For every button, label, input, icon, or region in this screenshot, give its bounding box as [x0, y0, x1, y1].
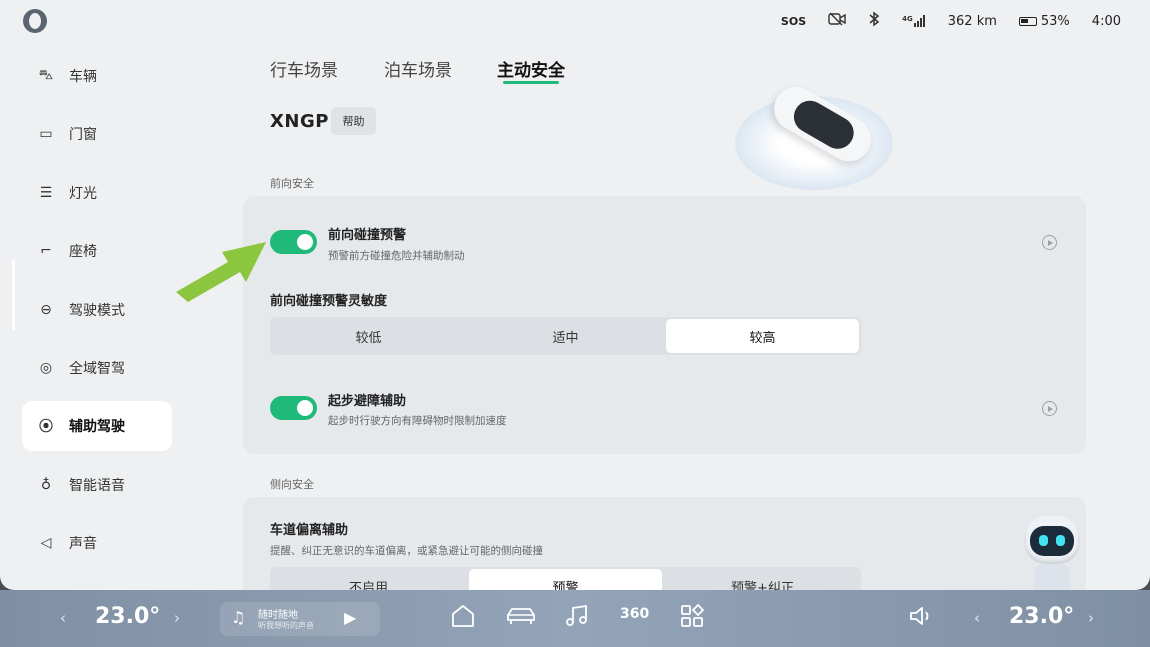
- music-title: 随时随地: [258, 610, 298, 621]
- section-label-front-safety: 前向安全: [270, 177, 314, 190]
- lane-assist-desc: 提醒、纠正无意识的车道偏离，或紧急避让可能的侧向碰撞: [270, 545, 543, 557]
- sensitivity-option-medium[interactable]: 适中: [469, 319, 662, 353]
- sidebar-item-microphone[interactable]: ♁ 智能语音: [22, 460, 172, 510]
- sensitivity-selector: 较低 适中 较高: [270, 317, 861, 355]
- sidebar-item-label: 驾驶模式: [69, 302, 125, 319]
- clock: 4:00: [1091, 13, 1121, 29]
- sidebar-item-label: 门窗: [69, 127, 97, 144]
- lane-option-warn[interactable]: 预警: [469, 569, 662, 590]
- fcw-desc: 预警前方碰撞危险并辅助制动: [328, 250, 465, 262]
- lane-assist-title: 车道偏离辅助: [270, 523, 349, 538]
- tab-active-safety[interactable]: 主动安全: [497, 56, 565, 81]
- sidebar-item-smart-drive[interactable]: ◎ 全域智驾: [22, 343, 172, 393]
- tab-parking-scene[interactable]: 泊车场景: [384, 56, 452, 81]
- play-icon[interactable]: ▶: [344, 608, 356, 627]
- section-label-side-safety: 侧向安全: [270, 478, 314, 491]
- settings-screen: SOS 4G 362 km 53% 4:00 ⛍ 车辆 ▭ 门窗 ☰ 灯光 ⌐ 座椅 ⊖ 驾驶模式…: [0, 0, 1150, 590]
- sidebar-item-steering-wheel[interactable]: ⊖ 驾驶模式: [22, 285, 172, 335]
- sos-indicator[interactable]: SOS: [781, 15, 806, 28]
- home-icon[interactable]: [450, 604, 476, 634]
- sidebar-item-label: 全域智驾: [69, 361, 125, 377]
- active-tab-underline: [503, 81, 559, 84]
- microphone-icon: ♁: [40, 476, 52, 493]
- sidebar-scroll-indicator[interactable]: [12, 260, 15, 330]
- sensitivity-option-high[interactable]: 较高: [666, 319, 859, 353]
- sidebar-item-label: 车辆: [69, 69, 97, 85]
- voice-assistant-robot-icon[interactable]: [1016, 512, 1088, 590]
- status-bar: SOS 4G 362 km 53% 4:00: [781, 9, 1150, 33]
- page-title: XNGP: [270, 111, 329, 132]
- user-avatar[interactable]: [23, 9, 47, 33]
- speaker-icon: ◁: [40, 535, 52, 552]
- sidebar-item-label: 智能语音: [69, 477, 125, 494]
- sidebar-item-seat[interactable]: ⌐ 座椅: [22, 226, 172, 276]
- signal-icon: 4G: [902, 15, 926, 27]
- network-type: 4G: [902, 15, 913, 23]
- seat-icon: ⌐: [40, 243, 52, 260]
- left-temperature[interactable]: 23.0°: [95, 604, 160, 629]
- steering-wheel-icon: ⊖: [40, 301, 52, 318]
- lane-assist-selector: 不启用 预警 预警+纠正: [270, 567, 861, 590]
- sidebar-item-door[interactable]: ▭ 门窗: [22, 109, 172, 159]
- headlight-icon: ☰: [39, 184, 53, 201]
- sidebar-item-label: 辅助驾驶: [69, 419, 125, 436]
- vehicle-icon[interactable]: [505, 604, 537, 634]
- view-360-icon[interactable]: 360: [620, 606, 649, 622]
- annotation-arrow-icon: [176, 242, 266, 302]
- door-icon: ▭: [39, 126, 53, 143]
- fcw-video-play-icon[interactable]: [1042, 235, 1057, 250]
- fcw-toggle[interactable]: [270, 230, 317, 254]
- lane-option-warn-correct[interactable]: 预警+纠正: [666, 569, 859, 591]
- view-360-label: 360: [620, 606, 650, 622]
- sidebar-item-assist-drive[interactable]: ⦿ 辅助驾驶: [22, 401, 172, 452]
- sidebar-item-headlight[interactable]: ☰ 灯光: [22, 168, 172, 218]
- start-assist-toggle[interactable]: [270, 396, 317, 420]
- sidebar-item-speaker[interactable]: ◁ 声音: [22, 518, 172, 568]
- range-text: 362 km: [947, 13, 997, 29]
- left-temp-down-chevron-icon[interactable]: ‹: [60, 609, 66, 627]
- battery-icon: [1018, 16, 1037, 26]
- sidebar-item-label: 灯光: [69, 185, 97, 202]
- bluetooth-icon: [868, 11, 880, 31]
- start-assist-video-play-icon[interactable]: [1042, 401, 1057, 416]
- volume-icon[interactable]: [908, 604, 934, 634]
- right-temp-up-chevron-icon[interactable]: ›: [1088, 609, 1094, 627]
- music-icon[interactable]: [564, 604, 590, 634]
- start-assist-title: 起步避障辅助: [328, 394, 407, 409]
- right-temperature[interactable]: 23.0°: [1009, 604, 1074, 629]
- sensitivity-title: 前向碰撞预警灵敏度: [270, 294, 388, 309]
- lane-option-off[interactable]: 不启用: [272, 569, 465, 591]
- car-icon: ⛍: [38, 67, 54, 83]
- sidebar-item-car[interactable]: ⛍ 车辆: [22, 51, 172, 101]
- assist-drive-icon: ⦿: [39, 419, 53, 436]
- music-subtitle: 听我想听的声音: [258, 621, 314, 630]
- sensitivity-option-low[interactable]: 较低: [272, 319, 465, 353]
- fcw-title: 前向碰撞预警: [328, 228, 407, 243]
- bottom-dock: ‹ 23.0° › ♫ 随时随地 听我想听的声音 ▶ 360 ‹ 23.0° ›: [0, 590, 1150, 647]
- start-assist-desc: 起步时行驶方向有障碍物时限制加速度: [328, 415, 507, 427]
- right-temp-down-chevron-icon[interactable]: ‹: [974, 609, 980, 627]
- help-button[interactable]: 帮助: [331, 107, 376, 135]
- battery-percent: 53%: [1040, 13, 1070, 29]
- tab-driving-scene[interactable]: 行车场景: [270, 56, 338, 81]
- left-temp-up-chevron-icon[interactable]: ›: [174, 609, 180, 627]
- apps-grid-icon[interactable]: [680, 603, 705, 634]
- sidebar-item-label: 座椅: [69, 244, 97, 261]
- battery-indicator: 53%: [1018, 13, 1070, 29]
- music-note-icon: ♫: [231, 608, 246, 627]
- camera-off-icon: [828, 12, 846, 30]
- smart-drive-icon: ◎: [39, 360, 53, 376]
- sidebar-item-label: 声音: [69, 536, 97, 553]
